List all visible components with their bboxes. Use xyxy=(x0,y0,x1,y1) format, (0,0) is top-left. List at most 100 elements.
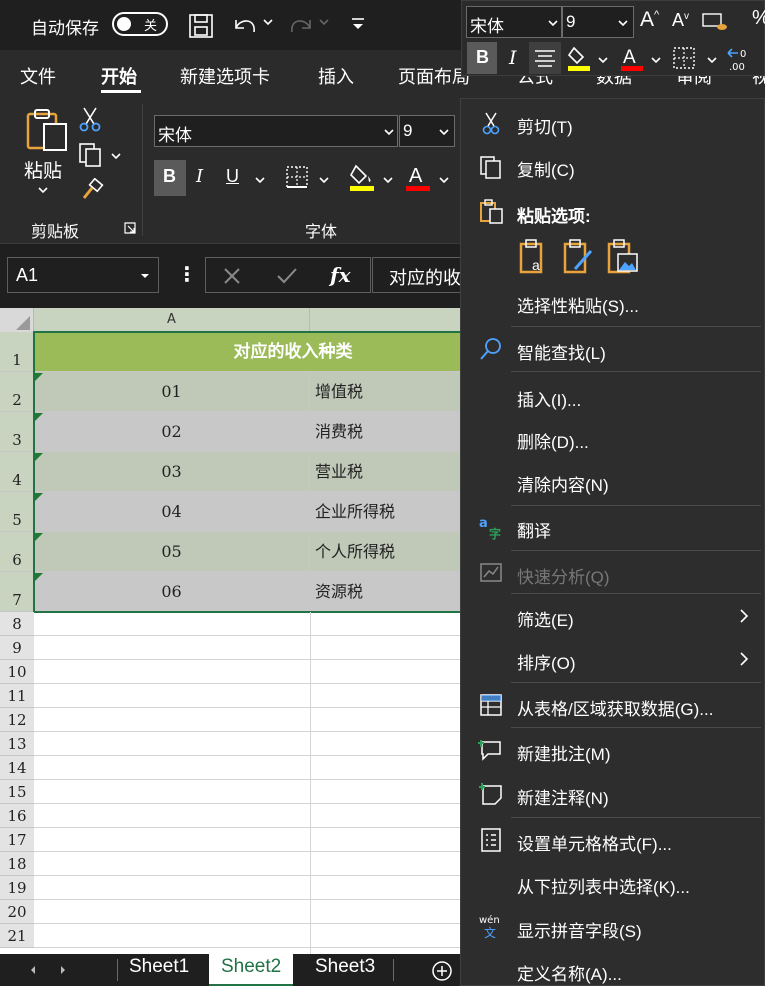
font-color-icon[interactable]: A xyxy=(404,162,432,192)
row-header[interactable]: 19 xyxy=(0,876,34,900)
chevron-down-icon[interactable] xyxy=(438,174,450,186)
chevron-down-icon[interactable] xyxy=(318,174,330,186)
row-header[interactable]: 11 xyxy=(0,684,34,708)
menu-item-sort[interactable]: 排序(O) xyxy=(517,649,576,674)
more-options-icon[interactable]: ⋮ xyxy=(177,262,197,287)
menu-item-clear-contents[interactable]: 清除内容(N) xyxy=(517,471,609,496)
row-header[interactable]: 12 xyxy=(0,708,34,732)
row-header[interactable]: 21 xyxy=(0,924,34,948)
paste-icon[interactable] xyxy=(24,108,68,152)
undo-icon[interactable] xyxy=(230,12,260,40)
chevron-down-icon[interactable] xyxy=(706,54,718,66)
row-header[interactable]: 14 xyxy=(0,756,34,780)
mini-font-color-icon[interactable]: A xyxy=(619,45,645,73)
row-header[interactable]: 18 xyxy=(0,852,34,876)
row-header[interactable]: 13 xyxy=(0,732,34,756)
table-cell[interactable]: 04 xyxy=(34,492,310,532)
cancel-icon[interactable] xyxy=(222,266,242,286)
confirm-icon[interactable] xyxy=(276,266,298,286)
menu-item-filter[interactable]: 筛选(E) xyxy=(517,606,574,631)
customize-toolbar-icon[interactable] xyxy=(350,16,366,32)
chevron-down-icon[interactable] xyxy=(110,150,122,162)
add-sheet-icon[interactable] xyxy=(431,960,453,982)
mini-italic-button[interactable]: I xyxy=(509,47,517,69)
table-cell[interactable]: 06 xyxy=(34,572,310,612)
bold-button[interactable]: B xyxy=(154,160,186,196)
table-cell[interactable]: 02 xyxy=(34,412,310,452)
row-header[interactable]: 10 xyxy=(0,660,34,684)
mini-font-name-select[interactable]: 宋体 xyxy=(466,6,562,38)
fill-color-icon[interactable] xyxy=(348,162,376,192)
tab-new-tab[interactable]: 新建选项卡 xyxy=(180,63,270,89)
row-header[interactable]: 17 xyxy=(0,828,34,852)
row-header[interactable]: 1 xyxy=(0,332,34,372)
select-all-corner[interactable] xyxy=(0,308,34,332)
row-header[interactable]: 4 xyxy=(0,452,34,492)
font-name-select[interactable]: 宋体 xyxy=(154,115,398,147)
tab-file[interactable]: 文件 xyxy=(20,63,56,89)
insert-function-button[interactable]: fx xyxy=(330,263,351,287)
mini-fill-color-icon[interactable] xyxy=(566,45,592,73)
tab-home[interactable]: 开始 xyxy=(101,63,137,89)
cut-icon[interactable] xyxy=(78,106,102,132)
accounting-format-icon[interactable] xyxy=(702,11,728,33)
menu-item-paste-special[interactable]: 选择性粘贴(S)... xyxy=(517,292,639,317)
mini-center-align-button[interactable] xyxy=(529,42,561,74)
format-painter-icon[interactable] xyxy=(80,178,104,202)
chevron-down-icon[interactable] xyxy=(382,174,394,186)
chevron-down-icon[interactable] xyxy=(37,184,49,196)
row-header[interactable]: 9 xyxy=(0,636,34,660)
borders-icon[interactable] xyxy=(285,165,309,189)
menu-item-format-cells[interactable]: 设置单元格格式(F)... xyxy=(517,830,672,855)
row-header[interactable]: 6 xyxy=(0,532,34,572)
menu-item-show-phonetic[interactable]: 显示拼音字段(S) xyxy=(517,917,642,942)
menu-item-new-comment[interactable]: 新建批注(M) xyxy=(517,740,610,765)
scroll-right-icon[interactable] xyxy=(58,965,68,975)
menu-item-delete[interactable]: 删除(D)... xyxy=(517,428,589,453)
tab-page-layout[interactable]: 页面布局 xyxy=(398,63,470,89)
menu-item-insert[interactable]: 插入(I)... xyxy=(517,386,581,411)
menu-item-cut[interactable]: 剪切(T) xyxy=(517,113,573,138)
paste-text-icon[interactable]: a xyxy=(519,239,549,275)
row-header[interactable]: 5 xyxy=(0,492,34,532)
mini-bold-button[interactable]: B xyxy=(467,42,497,74)
tab-insert[interactable]: 插入 xyxy=(318,63,354,89)
menu-item-copy[interactable]: 复制(C) xyxy=(517,156,575,181)
menu-item-smart-lookup[interactable]: 智能查找(L) xyxy=(517,339,606,364)
chevron-down-icon[interactable] xyxy=(597,54,609,66)
row-header[interactable]: 8 xyxy=(0,612,34,636)
sheet-tab-sheet3[interactable]: Sheet3 xyxy=(303,954,387,986)
name-box[interactable]: A1 xyxy=(7,257,159,293)
column-header-a[interactable]: A xyxy=(34,308,310,332)
copy-icon[interactable] xyxy=(78,142,104,168)
sheet-tab-sheet1[interactable]: Sheet1 xyxy=(117,954,201,986)
table-cell[interactable]: 05 xyxy=(34,532,310,572)
font-size-select[interactable]: 9 xyxy=(399,115,455,147)
autosave-toggle[interactable]: 关 xyxy=(112,12,168,36)
chevron-down-icon[interactable] xyxy=(650,54,662,66)
mini-borders-icon[interactable] xyxy=(672,46,696,70)
row-header[interactable]: 3 xyxy=(0,412,34,452)
percent-style-icon[interactable]: % xyxy=(752,7,765,30)
dialog-launcher-icon[interactable] xyxy=(124,222,136,234)
mini-font-size-select[interactable]: 9 xyxy=(562,6,634,38)
menu-item-get-data[interactable]: 从表格/区域获取数据(G)... xyxy=(517,695,713,720)
chevron-down-icon[interactable] xyxy=(262,16,274,28)
underline-button[interactable]: U xyxy=(226,166,239,187)
italic-button[interactable]: I xyxy=(196,166,203,187)
table-cell[interactable]: 01 xyxy=(34,372,310,412)
row-header[interactable]: 20 xyxy=(0,900,34,924)
decrease-decimal-icon[interactable]: 0 .00 xyxy=(726,45,756,73)
scroll-left-icon[interactable] xyxy=(28,965,38,975)
row-header[interactable]: 7 xyxy=(0,572,34,612)
chevron-down-icon[interactable] xyxy=(254,174,266,186)
menu-item-pick-from-list[interactable]: 从下拉列表中选择(K)... xyxy=(517,873,690,898)
row-header[interactable]: 2 xyxy=(0,372,34,412)
row-header[interactable]: 15 xyxy=(0,780,34,804)
sheet-tab-sheet2[interactable]: Sheet2 xyxy=(209,954,294,986)
save-icon[interactable] xyxy=(188,13,214,39)
table-cell[interactable]: 03 xyxy=(34,452,310,492)
menu-item-define-name[interactable]: 定义名称(A)... xyxy=(517,960,622,985)
menu-item-translate[interactable]: 翻译 xyxy=(517,517,551,542)
decrease-font-icon[interactable]: Av xyxy=(672,10,689,31)
